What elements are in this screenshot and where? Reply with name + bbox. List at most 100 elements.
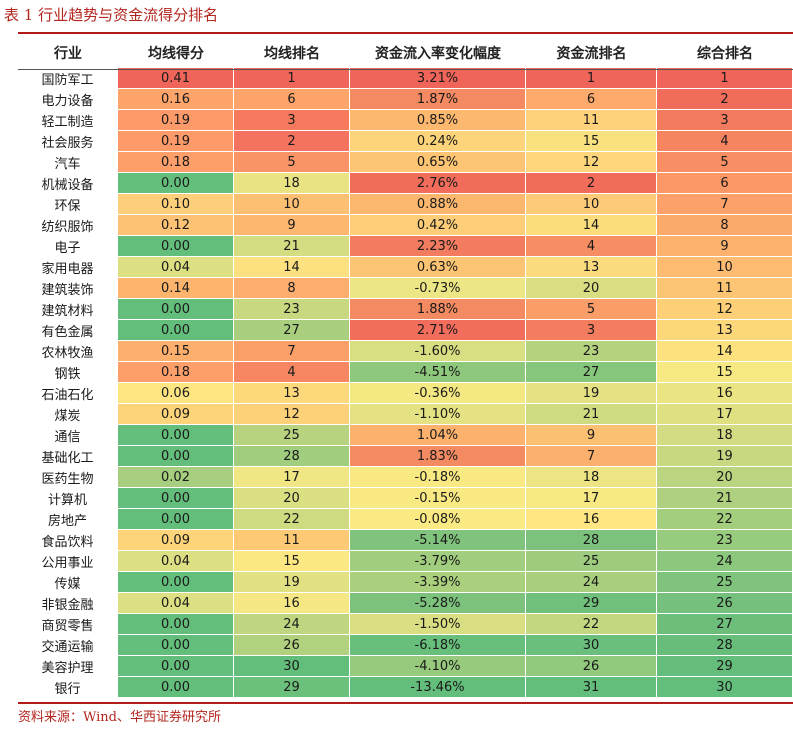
cell-flow-rank: 6 bbox=[526, 89, 657, 110]
cell-overall-rank: 11 bbox=[657, 278, 793, 299]
cell-ma-score: 0.09 bbox=[118, 404, 234, 425]
cell-overall-rank: 26 bbox=[657, 593, 793, 614]
cell-flow-change: 3.21% bbox=[350, 68, 526, 89]
bottom-rule bbox=[18, 702, 793, 704]
cell-flow-rank: 16 bbox=[526, 509, 657, 530]
cell-flow-change: 0.88% bbox=[350, 194, 526, 215]
cell-ma-score: 0.02 bbox=[118, 467, 234, 488]
cell-overall-rank: 18 bbox=[657, 425, 793, 446]
header-overall-rank: 综合排名 bbox=[697, 46, 753, 62]
cell-flow-rank: 30 bbox=[526, 635, 657, 656]
cell-industry: 电力设备 bbox=[18, 89, 118, 110]
cell-ma-rank: 17 bbox=[234, 467, 350, 488]
cell-overall-rank: 16 bbox=[657, 383, 793, 404]
table-row: 建筑材料 0.00 23 1.88% 5 12 bbox=[18, 299, 793, 320]
cell-overall-rank: 22 bbox=[657, 509, 793, 530]
cell-flow-change: -1.60% bbox=[350, 341, 526, 362]
cell-overall-rank: 29 bbox=[657, 656, 793, 677]
cell-flow-rank: 2 bbox=[526, 173, 657, 194]
cell-flow-rank: 13 bbox=[526, 257, 657, 278]
cell-ma-rank: 10 bbox=[234, 194, 350, 215]
cell-overall-rank: 27 bbox=[657, 614, 793, 635]
table-row: 房地产 0.00 22 -0.08% 16 22 bbox=[18, 509, 793, 530]
cell-industry: 机械设备 bbox=[18, 173, 118, 194]
cell-overall-rank: 10 bbox=[657, 257, 793, 278]
table-row: 传媒 0.00 19 -3.39% 24 25 bbox=[18, 572, 793, 593]
cell-industry: 交通运输 bbox=[18, 635, 118, 656]
cell-flow-change: 2.23% bbox=[350, 236, 526, 257]
cell-ma-rank: 24 bbox=[234, 614, 350, 635]
table-row: 公用事业 0.04 15 -3.79% 25 24 bbox=[18, 551, 793, 572]
cell-flow-change: -0.08% bbox=[350, 509, 526, 530]
cell-flow-rank: 9 bbox=[526, 425, 657, 446]
cell-ma-score: 0.10 bbox=[118, 194, 234, 215]
cell-overall-rank: 25 bbox=[657, 572, 793, 593]
cell-flow-change: -0.73% bbox=[350, 278, 526, 299]
cell-ma-score: 0.00 bbox=[118, 635, 234, 656]
cell-flow-rank: 23 bbox=[526, 341, 657, 362]
cell-ma-score: 0.18 bbox=[118, 152, 234, 173]
cell-ma-score: 0.16 bbox=[118, 89, 234, 110]
cell-overall-rank: 19 bbox=[657, 446, 793, 467]
cell-ma-rank: 18 bbox=[234, 173, 350, 194]
table-row: 基础化工 0.00 28 1.83% 7 19 bbox=[18, 446, 793, 467]
cell-ma-score: 0.00 bbox=[118, 299, 234, 320]
table-row: 商贸零售 0.00 24 -1.50% 22 27 bbox=[18, 614, 793, 635]
cell-flow-rank: 18 bbox=[526, 467, 657, 488]
cell-ma-rank: 1 bbox=[234, 68, 350, 89]
table-row: 石油石化 0.06 13 -0.36% 19 16 bbox=[18, 383, 793, 404]
cell-flow-rank: 12 bbox=[526, 152, 657, 173]
top-rule bbox=[18, 32, 793, 34]
cell-ma-score: 0.04 bbox=[118, 593, 234, 614]
cell-industry: 石油石化 bbox=[18, 383, 118, 404]
header-industry: 行业 bbox=[54, 46, 82, 62]
cell-industry: 建筑材料 bbox=[18, 299, 118, 320]
table-row: 非银金融 0.04 16 -5.28% 29 26 bbox=[18, 593, 793, 614]
cell-flow-rank: 26 bbox=[526, 656, 657, 677]
cell-ma-score: 0.19 bbox=[118, 110, 234, 131]
cell-ma-score: 0.18 bbox=[118, 362, 234, 383]
cell-ma-score: 0.00 bbox=[118, 572, 234, 593]
cell-overall-rank: 6 bbox=[657, 173, 793, 194]
cell-ma-score: 0.12 bbox=[118, 215, 234, 236]
cell-overall-rank: 9 bbox=[657, 236, 793, 257]
cell-ma-rank: 28 bbox=[234, 446, 350, 467]
cell-flow-rank: 1 bbox=[526, 68, 657, 89]
table-body: 国防军工 0.41 1 3.21% 1 1 电力设备 0.16 6 1.87% 6 2 轻工制造 0.19… bbox=[18, 68, 793, 698]
cell-ma-rank: 19 bbox=[234, 572, 350, 593]
cell-overall-rank: 5 bbox=[657, 152, 793, 173]
cell-ma-score: 0.00 bbox=[118, 446, 234, 467]
table-row: 电力设备 0.16 6 1.87% 6 2 bbox=[18, 89, 793, 110]
table-row: 轻工制造 0.19 3 0.85% 11 3 bbox=[18, 110, 793, 131]
cell-ma-rank: 5 bbox=[234, 152, 350, 173]
cell-industry: 计算机 bbox=[18, 488, 118, 509]
source-note: 资料来源：Wind、华西证券研究所 bbox=[18, 710, 221, 725]
table-row: 美容护理 0.00 30 -4.10% 26 29 bbox=[18, 656, 793, 677]
cell-industry: 美容护理 bbox=[18, 656, 118, 677]
header-ma-score: 均线得分 bbox=[148, 46, 204, 62]
cell-overall-rank: 3 bbox=[657, 110, 793, 131]
cell-industry: 通信 bbox=[18, 425, 118, 446]
cell-overall-rank: 24 bbox=[657, 551, 793, 572]
cell-flow-rank: 28 bbox=[526, 530, 657, 551]
cell-industry: 社会服务 bbox=[18, 131, 118, 152]
cell-industry: 建筑装饰 bbox=[18, 278, 118, 299]
cell-ma-rank: 22 bbox=[234, 509, 350, 530]
header-rule bbox=[18, 69, 793, 70]
cell-flow-change: -0.18% bbox=[350, 467, 526, 488]
table-row: 纺织服饰 0.12 9 0.42% 14 8 bbox=[18, 215, 793, 236]
cell-ma-rank: 16 bbox=[234, 593, 350, 614]
cell-flow-rank: 21 bbox=[526, 404, 657, 425]
cell-overall-rank: 8 bbox=[657, 215, 793, 236]
cell-flow-rank: 14 bbox=[526, 215, 657, 236]
cell-flow-rank: 4 bbox=[526, 236, 657, 257]
cell-overall-rank: 30 bbox=[657, 677, 793, 698]
cell-flow-change: 1.88% bbox=[350, 299, 526, 320]
cell-ma-rank: 13 bbox=[234, 383, 350, 404]
cell-overall-rank: 17 bbox=[657, 404, 793, 425]
cell-flow-change: -3.79% bbox=[350, 551, 526, 572]
cell-industry: 商贸零售 bbox=[18, 614, 118, 635]
cell-flow-rank: 25 bbox=[526, 551, 657, 572]
cell-ma-rank: 27 bbox=[234, 320, 350, 341]
header-flow-rank: 资金流排名 bbox=[556, 46, 627, 62]
